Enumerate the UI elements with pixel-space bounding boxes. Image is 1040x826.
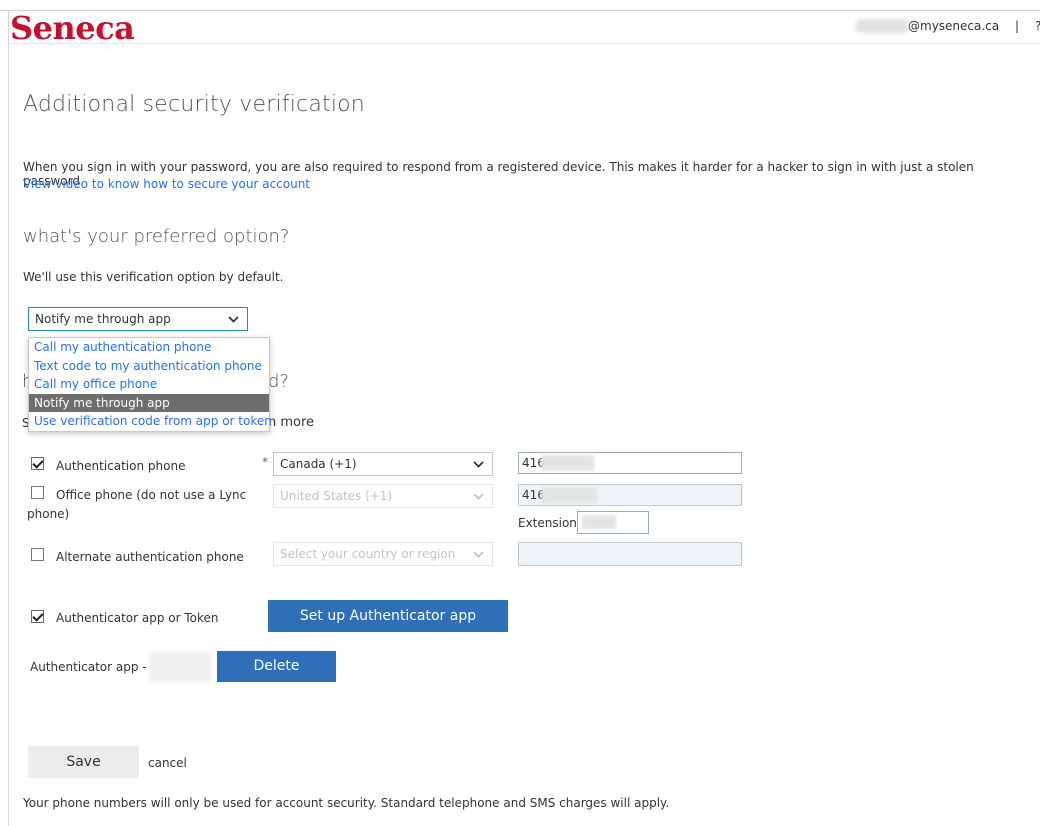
preferred-option-dropdown[interactable]: Call my authentication phone Text code t… bbox=[28, 337, 272, 432]
header-separator: | bbox=[1015, 19, 1020, 33]
alternate-phone-checkbox[interactable] bbox=[31, 548, 44, 561]
extension-label: Extension bbox=[518, 516, 577, 530]
delete-authenticator-button[interactable]: Delete bbox=[217, 651, 336, 682]
chevron-down-icon bbox=[473, 453, 484, 483]
authenticator-checkbox[interactable] bbox=[31, 610, 44, 623]
extension-redacted bbox=[582, 515, 616, 529]
authenticator-app-name-redacted bbox=[149, 652, 211, 682]
option-call-auth-phone[interactable]: Call my authentication phone bbox=[29, 338, 269, 357]
cancel-link[interactable]: cancel bbox=[148, 756, 187, 770]
office-phone-label-line1: Office phone (do not use a Lync bbox=[56, 488, 247, 502]
preferred-option-subtext: We'll use this verification option by de… bbox=[23, 270, 284, 284]
authenticator-app-label: Authenticator app - bbox=[30, 660, 147, 674]
alternate-phone-number-input[interactable] bbox=[518, 542, 742, 566]
office-phone-checkbox[interactable] bbox=[31, 486, 44, 499]
preferred-option-select[interactable]: Notify me through app bbox=[28, 307, 248, 331]
alternate-phone-country-select[interactable]: Select your country or region bbox=[273, 542, 493, 566]
option-call-office-phone[interactable]: Call my office phone bbox=[29, 375, 269, 394]
respond-heading-end: d? bbox=[268, 371, 289, 392]
office-phone-label-line2: phone) bbox=[27, 507, 70, 521]
auth-phone-checkbox[interactable] bbox=[31, 457, 44, 470]
username-redacted bbox=[856, 19, 908, 33]
office-phone-country-select[interactable]: United States (+1) bbox=[273, 484, 493, 508]
page-title: Additional security verification bbox=[23, 92, 365, 117]
setup-authenticator-button[interactable]: Set up Authenticator app bbox=[268, 600, 508, 632]
preferred-option-heading: what's your preferred option? bbox=[23, 226, 290, 247]
chevron-down-icon bbox=[228, 308, 239, 338]
option-verification-code[interactable]: Use verification code from app or token bbox=[29, 412, 272, 431]
option-notify-app[interactable]: Notify me through app bbox=[29, 393, 269, 413]
window-left-border bbox=[8, 10, 9, 826]
auth-phone-label: Authentication phone bbox=[56, 459, 186, 473]
help-link[interactable]: ? bbox=[1035, 19, 1040, 33]
learn-more-link[interactable]: n more bbox=[268, 415, 314, 430]
authenticator-label: Authenticator app or Token bbox=[56, 611, 219, 625]
option-text-auth-phone[interactable]: Text code to my authentication phone bbox=[29, 357, 269, 376]
auth-phone-number-redacted bbox=[541, 455, 594, 471]
seneca-logo: Seneca bbox=[10, 9, 135, 47]
user-email[interactable]: @myseneca.ca bbox=[908, 19, 999, 33]
window-top-border bbox=[0, 10, 1040, 11]
required-marker: * bbox=[262, 455, 268, 469]
chevron-down-icon bbox=[473, 485, 484, 515]
office-phone-number-redacted bbox=[541, 487, 597, 503]
footer-note: Your phone numbers will only be used for… bbox=[23, 796, 670, 810]
alternate-phone-country-placeholder: Select your country or region bbox=[280, 547, 456, 561]
preferred-option-value: Notify me through app bbox=[35, 312, 171, 326]
auth-phone-country-select[interactable]: Canada (+1) bbox=[273, 452, 493, 476]
alternate-phone-label: Alternate authentication phone bbox=[56, 550, 244, 564]
header-divider bbox=[8, 43, 1040, 44]
video-link[interactable]: View video to know how to secure your ac… bbox=[23, 177, 310, 191]
save-button[interactable]: Save bbox=[28, 746, 139, 778]
office-phone-country-value: United States (+1) bbox=[280, 489, 393, 503]
auth-phone-country-value: Canada (+1) bbox=[280, 457, 357, 471]
chevron-down-icon bbox=[473, 543, 484, 573]
